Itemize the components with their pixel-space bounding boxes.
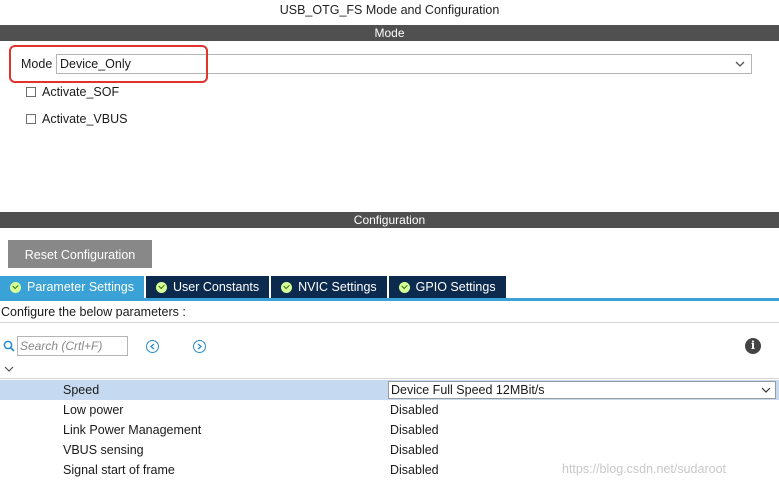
param-name: Link Power Management xyxy=(63,423,202,437)
param-value: Disabled xyxy=(390,403,439,417)
next-icon[interactable] xyxy=(193,340,206,353)
param-row-vbus-sensing[interactable]: VBUS sensing Disabled xyxy=(0,440,779,460)
tab-nvic-settings[interactable]: NVIC Settings xyxy=(271,276,387,298)
check-circle-icon xyxy=(398,281,410,293)
tab-user-constants[interactable]: User Constants xyxy=(146,276,270,298)
divider xyxy=(0,378,779,379)
activate-sof-option[interactable]: Activate_SOF xyxy=(26,84,119,100)
param-row-low-power[interactable]: Low power Disabled xyxy=(0,400,779,420)
param-name: Speed xyxy=(63,383,100,397)
tab-label: GPIO Settings xyxy=(415,280,496,294)
check-circle-icon xyxy=(281,281,293,293)
param-value: Disabled xyxy=(390,463,439,477)
param-name: Low power xyxy=(63,403,124,417)
check-circle-icon xyxy=(156,281,167,293)
param-row-speed[interactable]: Speed Device Full Speed 12MBit/s xyxy=(0,380,779,400)
param-value: Disabled xyxy=(390,443,439,457)
activate-sof-label: Activate_SOF xyxy=(42,85,120,99)
tab-underline xyxy=(0,298,779,301)
configuration-section-header: Configuration xyxy=(0,212,779,228)
chevron-down-icon xyxy=(735,61,745,67)
config-tabs: Parameter Settings User Constants NVIC S… xyxy=(0,276,508,298)
search-input[interactable] xyxy=(17,336,128,356)
divider xyxy=(0,322,779,323)
param-value: Disabled xyxy=(390,423,439,437)
window-title: USB_OTG_FS Mode and Configuration xyxy=(279,3,500,17)
mode-section-header: Mode xyxy=(0,25,779,41)
speed-select-value: Device Full Speed 12MBit/s xyxy=(391,383,545,397)
activate-vbus-option[interactable]: Activate_VBUS xyxy=(26,111,127,127)
activate-vbus-label: Activate_VBUS xyxy=(42,112,128,126)
search-icon xyxy=(3,340,15,352)
tab-label: User Constants xyxy=(173,280,260,294)
tab-gpio-settings[interactable]: GPIO Settings xyxy=(388,276,506,298)
watermark: https://blog.csdn.net/sudaroot xyxy=(562,462,726,476)
tab-label: Parameter Settings xyxy=(27,280,134,294)
chevron-down-icon xyxy=(761,387,771,393)
mode-select[interactable]: Device_Only xyxy=(56,54,752,74)
tab-parameter-settings[interactable]: Parameter Settings xyxy=(0,276,144,298)
configure-instructions: Configure the below parameters : xyxy=(1,305,186,319)
param-name: VBUS sensing xyxy=(63,443,144,457)
check-circle-icon xyxy=(10,281,21,293)
reset-configuration-button[interactable]: Reset Configuration xyxy=(8,240,152,268)
mode-label: Mode xyxy=(21,57,53,71)
param-row-link-power-management[interactable]: Link Power Management Disabled xyxy=(0,420,779,440)
mode-select-value: Device_Only xyxy=(60,57,131,71)
info-icon[interactable]: i xyxy=(745,338,761,354)
tab-label: NVIC Settings xyxy=(298,280,377,294)
activate-vbus-checkbox[interactable] xyxy=(26,114,36,124)
collapse-icon[interactable] xyxy=(4,365,14,373)
param-name: Signal start of frame xyxy=(63,463,175,477)
speed-select[interactable]: Device Full Speed 12MBit/s xyxy=(388,381,776,399)
previous-icon[interactable] xyxy=(146,340,159,353)
activate-sof-checkbox[interactable] xyxy=(26,87,36,97)
